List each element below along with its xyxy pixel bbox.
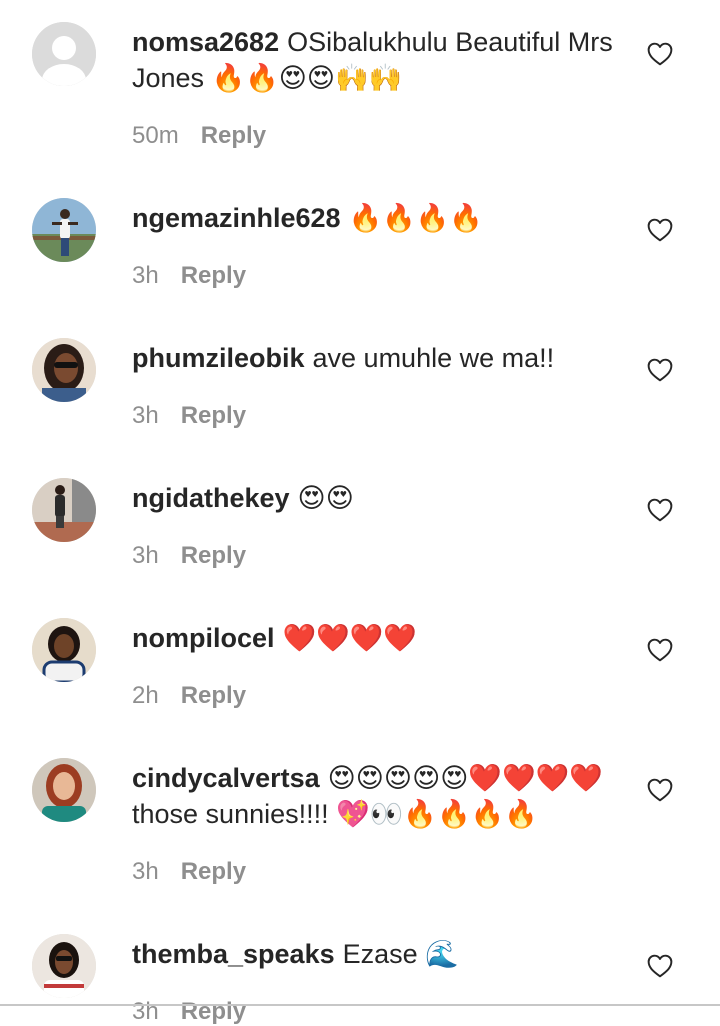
comment-username[interactable]: nomsa2682	[132, 27, 279, 57]
comment-meta: 3h Reply	[132, 402, 246, 430]
bottom-divider	[0, 1004, 720, 1006]
avatar[interactable]	[32, 198, 96, 262]
profile-photo	[32, 338, 96, 402]
reply-button[interactable]: Reply	[181, 682, 246, 709]
comment-body: cindycalvertsa 😍😍😍😍😍❤️❤️❤️❤️ those sunnie…	[132, 760, 622, 832]
comment-time: 2h	[132, 682, 159, 709]
comment-text: Ezase 🌊	[342, 939, 459, 969]
comment-body: ngidathekey 😍😍	[132, 480, 622, 516]
avatar[interactable]	[32, 618, 96, 682]
profile-photo	[32, 934, 96, 998]
avatar[interactable]	[32, 758, 96, 822]
comment-time: 3h	[132, 858, 159, 885]
default-profile-icon	[32, 22, 96, 86]
comment-body: themba_speaks Ezase 🌊	[132, 936, 622, 972]
comment-meta: 3h Reply	[132, 858, 246, 886]
like-heart-icon[interactable]	[647, 42, 673, 66]
reply-button[interactable]: Reply	[181, 542, 246, 569]
comment-body: nompilocel ❤️❤️❤️❤️	[132, 620, 622, 656]
avatar[interactable]	[32, 338, 96, 402]
comment-username[interactable]: ngemazinhle628	[132, 203, 341, 233]
reply-button[interactable]: Reply	[181, 858, 246, 885]
comment-username[interactable]: cindycalvertsa	[132, 763, 320, 793]
comment-meta: 2h Reply	[132, 682, 246, 710]
comment-text: 😍😍	[297, 483, 354, 513]
comment-time: 3h	[132, 262, 159, 289]
reply-button[interactable]: Reply	[201, 122, 266, 149]
comment-meta: 3h Reply	[132, 998, 246, 1026]
profile-photo	[32, 478, 96, 542]
reply-button[interactable]: Reply	[181, 402, 246, 429]
like-heart-icon[interactable]	[647, 778, 673, 802]
like-heart-icon[interactable]	[647, 358, 673, 382]
like-heart-icon[interactable]	[647, 954, 673, 978]
comment-username[interactable]: themba_speaks	[132, 939, 335, 969]
comment-username[interactable]: ngidathekey	[132, 483, 290, 513]
comment-username[interactable]: phumzileobik	[132, 343, 305, 373]
comment-body: ngemazinhle628 🔥🔥🔥🔥	[132, 200, 622, 236]
comment-time: 50m	[132, 122, 179, 149]
comment-meta: 3h Reply	[132, 542, 246, 570]
avatar[interactable]	[32, 22, 96, 86]
comment-username[interactable]: nompilocel	[132, 623, 275, 653]
reply-button[interactable]: Reply	[181, 262, 246, 289]
comment-text: ❤️❤️❤️❤️	[282, 623, 417, 653]
like-heart-icon[interactable]	[647, 218, 673, 242]
profile-photo	[32, 618, 96, 682]
profile-photo	[32, 758, 96, 822]
comment-meta: 50m Reply	[132, 122, 266, 150]
comment-time: 3h	[132, 402, 159, 429]
comment-text: 🔥🔥🔥🔥	[348, 203, 484, 233]
avatar[interactable]	[32, 934, 96, 998]
comment-time: 3h	[132, 542, 159, 569]
profile-photo	[32, 198, 96, 262]
avatar[interactable]	[32, 478, 96, 542]
comment-meta: 3h Reply	[132, 262, 246, 290]
comment-body: phumzileobik ave umuhle we ma!!	[132, 340, 622, 376]
like-heart-icon[interactable]	[647, 638, 673, 662]
comment-text: ave umuhle we ma!!	[312, 343, 555, 373]
like-heart-icon[interactable]	[647, 498, 673, 522]
comment-body: nomsa2682 OSibalukhulu Beautiful Mrs Jone…	[132, 24, 622, 96]
